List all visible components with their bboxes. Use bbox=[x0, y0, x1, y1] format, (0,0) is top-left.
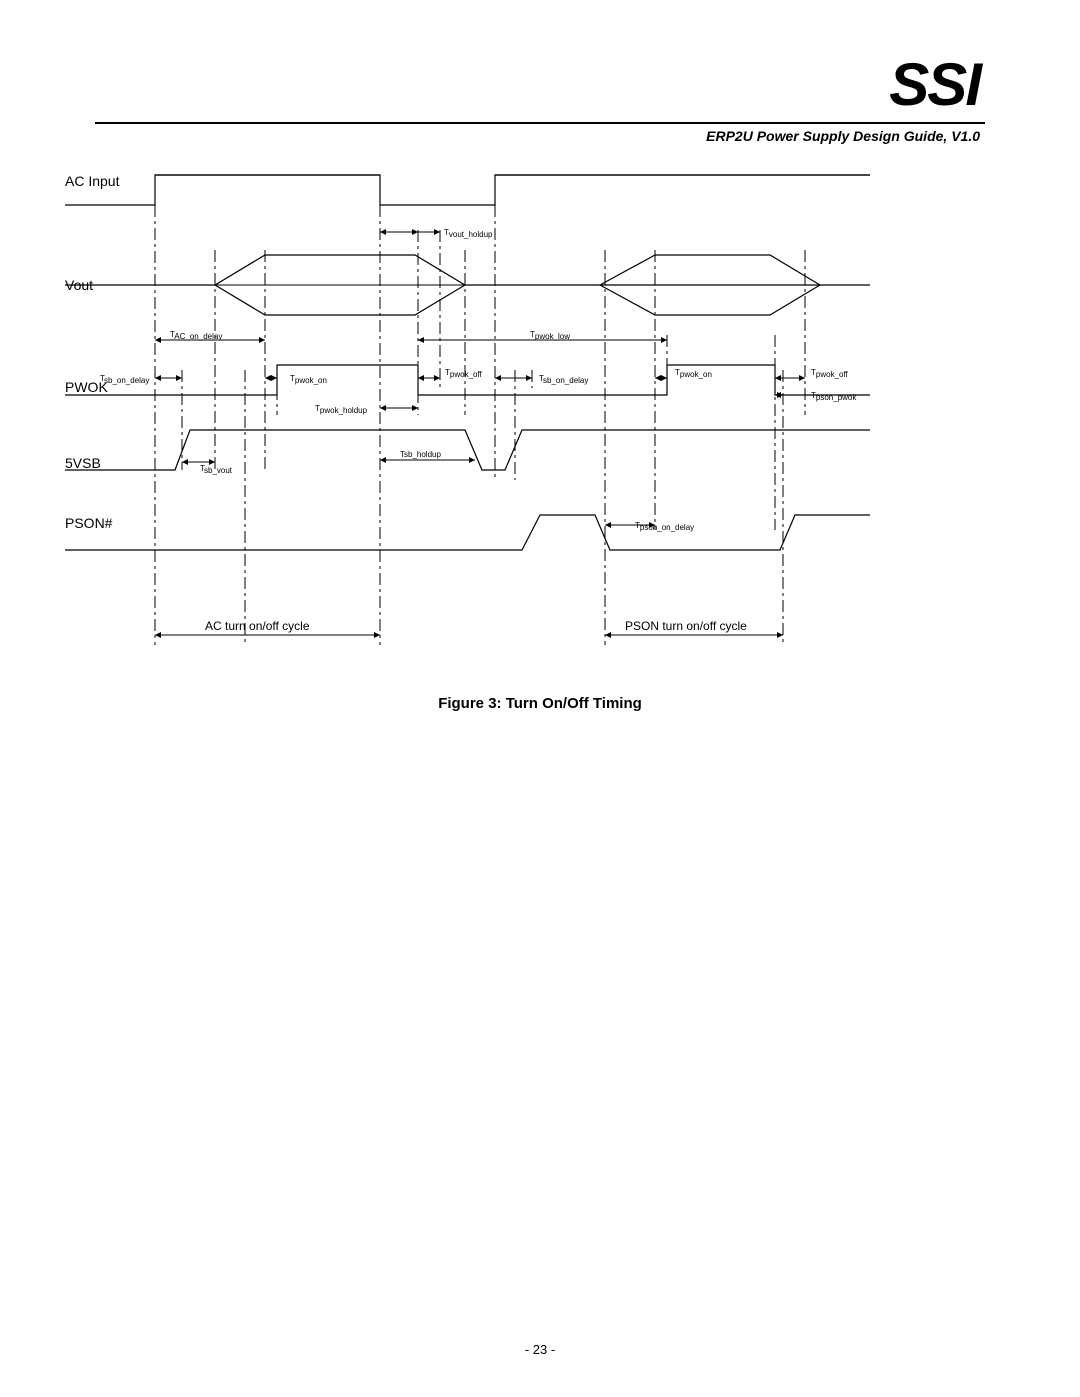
figure-caption: Figure 3: Turn On/Off Timing bbox=[0, 695, 1080, 712]
cycle-ac: AC turn on/off cycle bbox=[155, 619, 380, 635]
arrow-t-pwok-low: Tpwok_low bbox=[418, 330, 667, 341]
svg-text:TAC_on_delay: TAC_on_delay bbox=[170, 330, 222, 341]
svg-text:Tsb_on_delay: Tsb_on_delay bbox=[539, 374, 588, 385]
arrow-t-vout-holdup: Tvout_holdup bbox=[380, 228, 493, 239]
svg-text:Tvout_holdup: Tvout_holdup bbox=[444, 228, 493, 239]
arrow-tsb-holdup: Tsb_holdup bbox=[380, 450, 475, 460]
svg-text:Tpwok_low: Tpwok_low bbox=[530, 330, 570, 341]
arrow-t-pwok-holdup: Tpwok_holdup bbox=[315, 404, 418, 415]
arrow-t-ac-on-delay: TAC_on_delay bbox=[155, 330, 265, 341]
svg-text:Tpson_on_delay: Tpson_on_delay bbox=[635, 521, 694, 532]
signal-pson: PSON# bbox=[65, 515, 870, 550]
svg-text:AC turn on/off cycle: AC turn on/off cycle bbox=[205, 619, 310, 633]
svg-text:Tpwok_on: Tpwok_on bbox=[290, 374, 327, 385]
label-ac-input: AC Input bbox=[65, 173, 120, 189]
svg-text:Tpwok_holdup: Tpwok_holdup bbox=[315, 404, 368, 415]
signal-ac-input: AC Input bbox=[65, 173, 870, 205]
svg-text:Tsb_holdup: Tsb_holdup bbox=[400, 450, 441, 459]
label-pson: PSON# bbox=[65, 515, 113, 531]
logo: SSI bbox=[889, 55, 980, 115]
signal-5vsb: 5VSB bbox=[65, 430, 870, 471]
svg-text:Tpwok_off: Tpwok_off bbox=[445, 368, 483, 379]
header-subtitle: ERP2U Power Supply Design Guide, V1.0 bbox=[706, 128, 980, 144]
label-5vsb: 5VSB bbox=[65, 455, 101, 471]
page-number: - 23 - bbox=[0, 1342, 1080, 1357]
svg-text:Tpson_pwok: Tpson_pwok bbox=[811, 391, 857, 402]
header-rule bbox=[95, 122, 985, 124]
label-pwok: PWOK bbox=[65, 379, 108, 395]
signal-vout: Vout bbox=[65, 255, 870, 315]
cycle-pson: PSON turn on/off cycle bbox=[605, 619, 783, 635]
timing-diagram: AC Input Tvout_holdup Vout bbox=[65, 170, 885, 660]
arrow-t-pson-on-delay: Tpson_on_delay bbox=[605, 521, 694, 532]
arrow-t-sb-vout: Tsb_vout bbox=[182, 462, 233, 475]
svg-text:Tpwok_off: Tpwok_off bbox=[811, 368, 849, 379]
svg-text:PSON turn on/off cycle: PSON turn on/off cycle bbox=[625, 619, 747, 633]
svg-text:Tsb_vout: Tsb_vout bbox=[200, 464, 233, 475]
page: SSI ERP2U Power Supply Design Guide, V1.… bbox=[0, 0, 1080, 1397]
svg-text:Tpwok_on: Tpwok_on bbox=[675, 368, 712, 379]
